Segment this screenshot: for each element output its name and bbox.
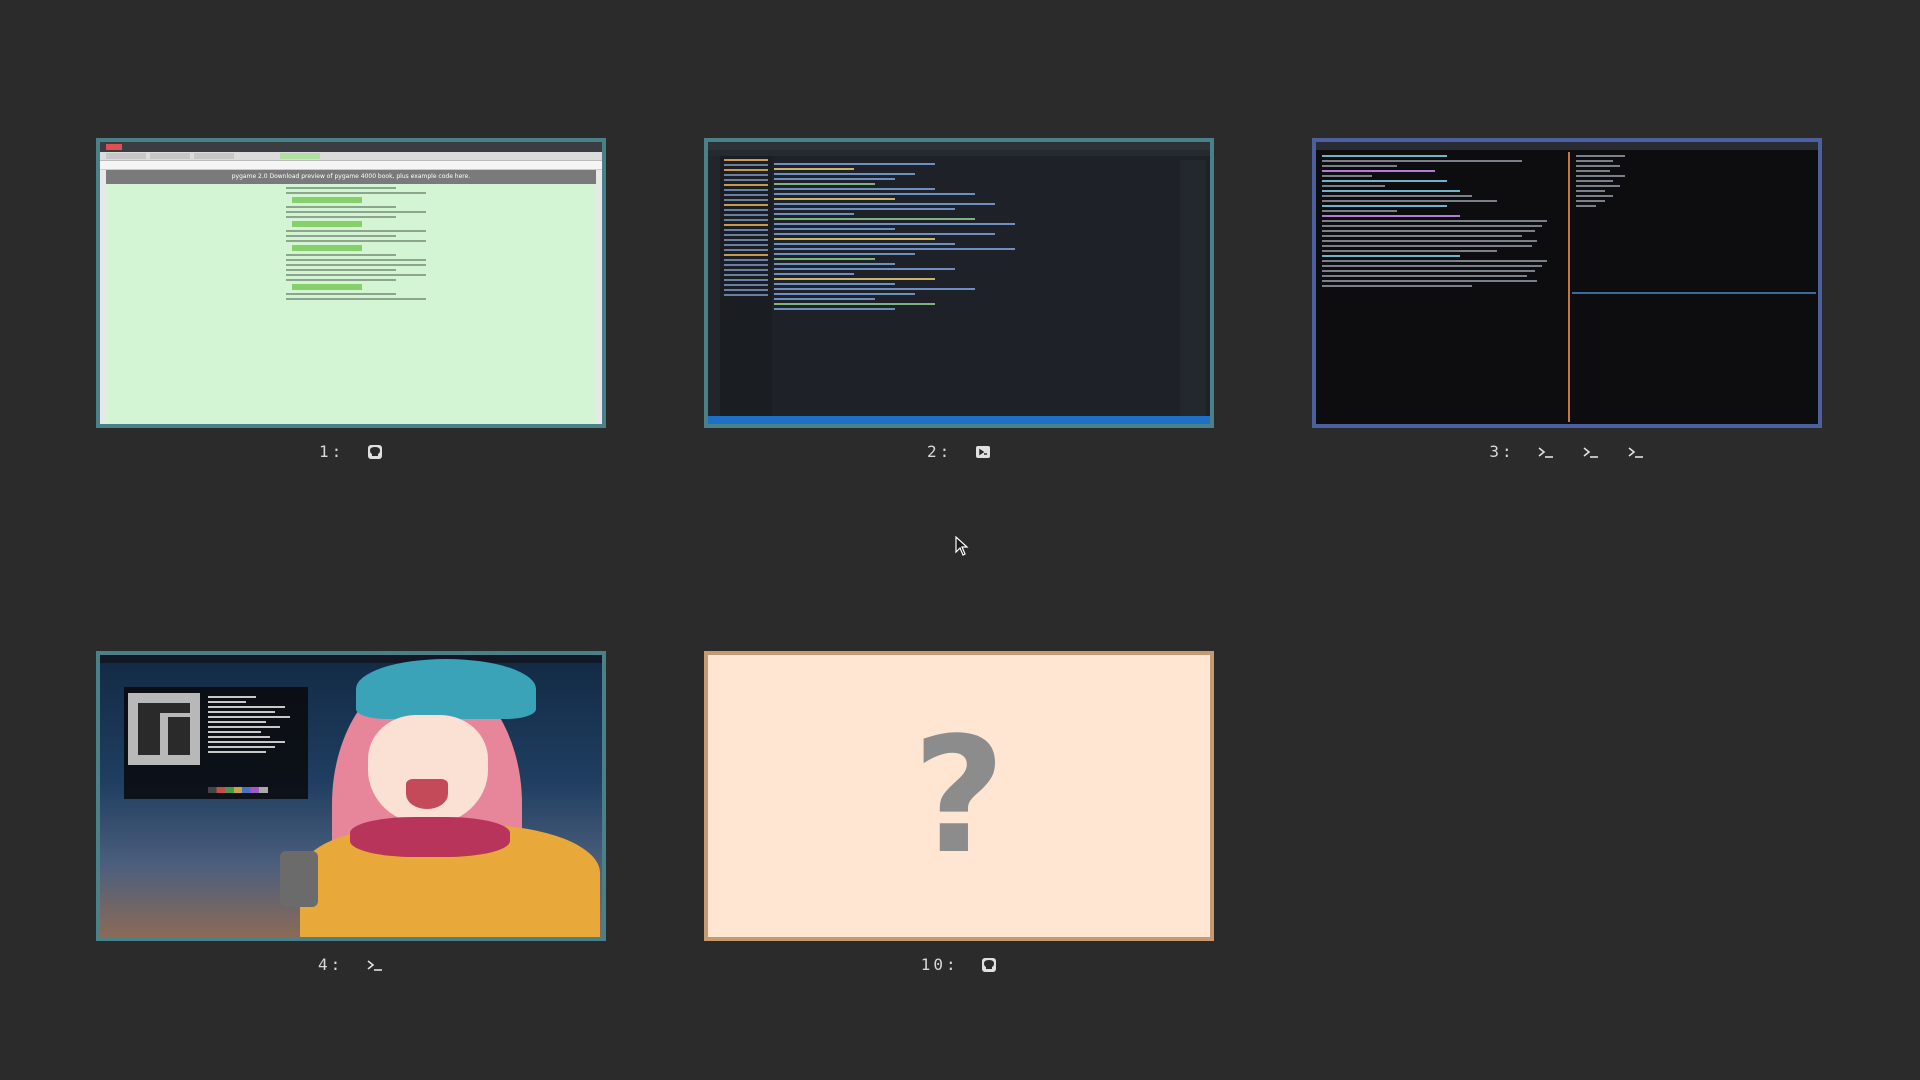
minimap <box>1180 160 1206 416</box>
wallpaper-mouth <box>406 779 448 809</box>
workspace-1: pygame 2.0 Download preview of pygame 40… <box>96 138 606 461</box>
workspace-number: 10: <box>920 955 959 974</box>
workspace-3-label: 3: <box>1312 442 1822 464</box>
terminals-window-preview <box>1316 142 1818 424</box>
terminal-pane-top-right <box>1572 152 1816 294</box>
terminal-icon <box>1627 444 1645 464</box>
workspace-10-preview[interactable]: ? <box>704 651 1214 941</box>
manjaro-logo <box>128 693 200 765</box>
workspace-4: 4: <box>96 651 606 974</box>
browser-tabs <box>100 152 602 161</box>
workspace-1-preview[interactable]: pygame 2.0 Download preview of pygame 40… <box>96 138 606 428</box>
workspace-1-label: 1: <box>96 442 606 464</box>
terminal-icon <box>366 957 384 977</box>
workspace-4-preview[interactable] <box>96 651 606 941</box>
code-editor-window-preview <box>708 142 1210 424</box>
neofetch-terminal <box>124 687 308 799</box>
mouse-cursor-icon <box>955 535 969 560</box>
window-titlebar <box>100 142 602 152</box>
terminal-icon <box>1537 444 1555 464</box>
page-title: pygame 2.0 Download preview of pygame 40… <box>106 170 596 184</box>
url-bar <box>100 161 602 170</box>
desktop-wallpaper-preview <box>100 655 602 937</box>
file-explorer <box>720 156 772 416</box>
workspace-overview: pygame 2.0 Download preview of pygame 40… <box>0 0 1920 1080</box>
github-icon <box>981 957 997 977</box>
workspace-number: 3: <box>1489 442 1515 461</box>
workspace-number: 1: <box>319 442 345 461</box>
workspace-3-preview[interactable] <box>1312 138 1822 428</box>
workspace-2: 2: <box>704 138 1214 461</box>
wallpaper-hat <box>356 659 536 719</box>
wallpaper-scarf <box>350 817 510 857</box>
browser-window-preview: pygame 2.0 Download preview of pygame 40… <box>100 142 602 424</box>
wallpaper-mug <box>280 851 318 907</box>
unknown-preview-icon: ? <box>912 702 1006 889</box>
editor-menu <box>708 150 1210 156</box>
workspace-4-label: 4: <box>96 955 606 977</box>
workspace-2-preview[interactable] <box>704 138 1214 428</box>
workspace-10: ? 10: <box>704 651 1214 974</box>
window-titlebar <box>100 655 602 663</box>
status-bar <box>708 416 1210 424</box>
window-titlebar <box>1316 142 1818 150</box>
workspace-3: 3: <box>1312 138 1822 461</box>
workspace-number: 2: <box>927 442 953 461</box>
terminal-icon <box>1582 444 1600 464</box>
github-icon <box>367 444 383 464</box>
workspace-10-label: 10: <box>704 955 1214 977</box>
empty-preview: ? <box>708 655 1210 937</box>
web-page: pygame 2.0 Download preview of pygame 40… <box>106 170 596 424</box>
vscode-icon <box>975 444 991 464</box>
terminal-pane-left <box>1318 152 1570 422</box>
workspace-2-label: 2: <box>704 442 1214 464</box>
window-titlebar <box>708 142 1210 150</box>
workspace-number: 4: <box>318 955 344 974</box>
activity-bar <box>708 156 720 416</box>
color-palette <box>208 787 268 793</box>
code-area <box>774 160 1176 416</box>
